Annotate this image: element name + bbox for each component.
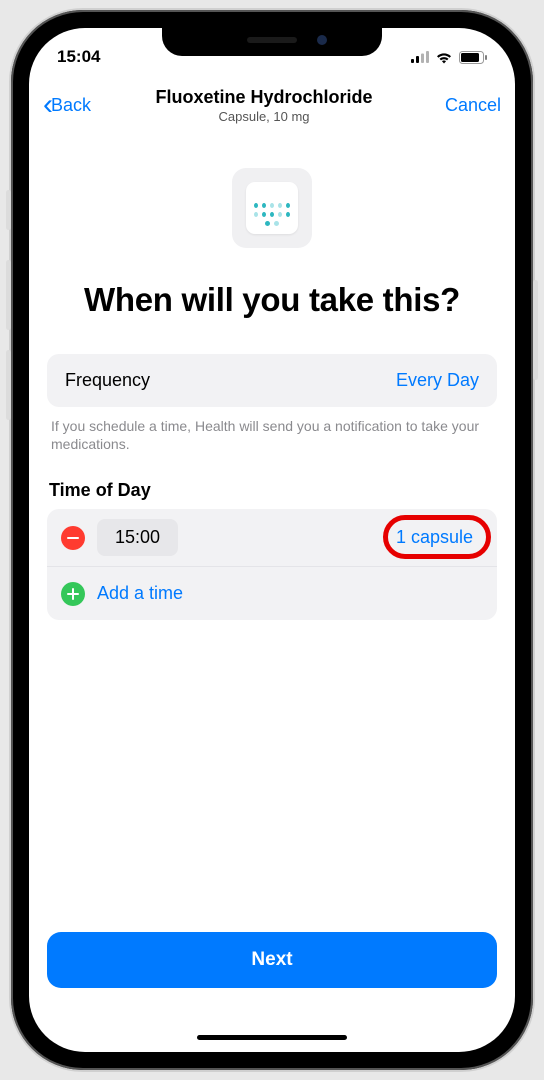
front-camera [317,35,327,45]
time-list: 15:00 1 capsule Add a time [47,509,497,620]
next-button[interactable]: Next [47,932,497,988]
minus-icon [67,537,79,539]
cancel-button[interactable]: Cancel [437,95,501,116]
volume-down-button [6,350,11,420]
speaker-grille [247,37,297,43]
plus-icon [67,588,79,600]
screen: 15:04 [29,28,515,1052]
frequency-row[interactable]: Frequency Every Day [47,354,497,407]
home-indicator[interactable] [197,1035,347,1040]
nav-bar: ‹ Back Fluoxetine Hydrochloride Capsule,… [29,76,515,134]
add-time-row[interactable]: Add a time [47,566,497,620]
mute-switch [6,190,11,230]
phone-frame: 15:04 [11,10,533,1070]
time-of-day-title: Time of Day [47,480,497,509]
wifi-icon [435,51,453,64]
battery-icon [459,51,487,64]
notch [162,24,382,56]
frequency-value: Every Day [396,370,479,391]
back-button[interactable]: ‹ Back [43,90,91,120]
scheduling-hint: If you schedule a time, Health will send… [47,417,497,455]
medication-calendar-icon [232,168,312,248]
dosage-picker[interactable]: 1 capsule [386,521,483,554]
nav-title-group: Fluoxetine Hydrochloride Capsule, 10 mg [91,87,437,124]
volume-up-button [6,260,11,330]
remove-time-button[interactable] [61,526,85,550]
headline: When will you take this? [47,280,497,320]
frequency-label: Frequency [65,370,150,391]
page-title: Fluoxetine Hydrochloride [91,87,437,108]
status-time: 15:04 [57,47,100,67]
time-row: 15:00 1 capsule [47,509,497,566]
time-picker[interactable]: 15:00 [97,519,178,556]
power-button [533,280,538,380]
cellular-icon [411,51,429,63]
back-label: Back [51,95,91,116]
add-time-button[interactable] [61,582,85,606]
page-subtitle: Capsule, 10 mg [91,109,437,124]
add-time-label: Add a time [97,577,183,610]
